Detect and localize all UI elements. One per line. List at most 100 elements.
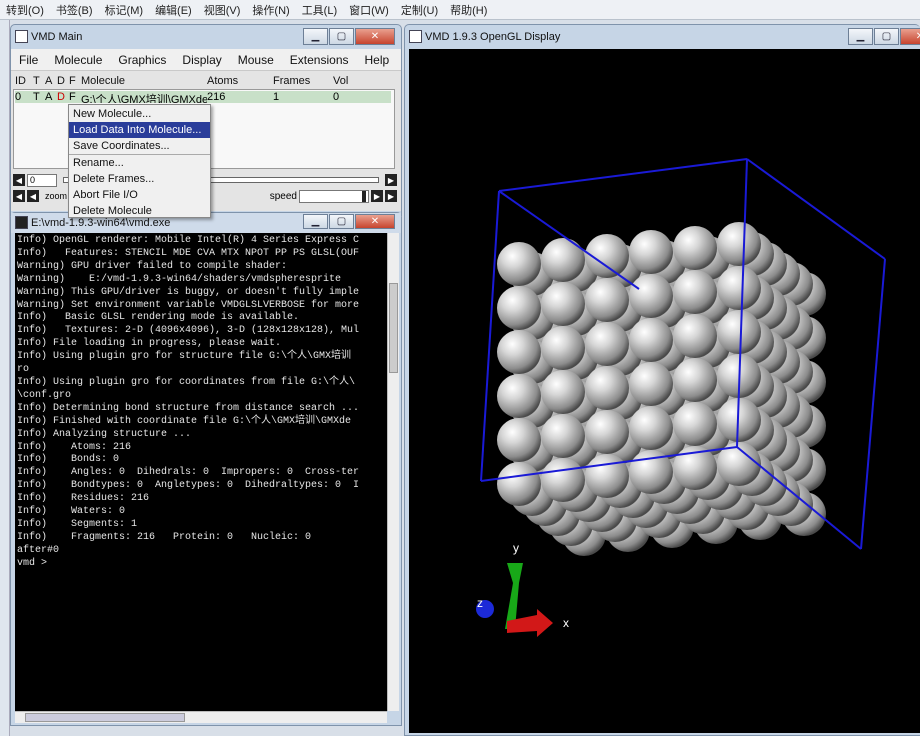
step-forward-button[interactable]: ▶ [385, 190, 397, 202]
molecule-row[interactable]: 0 T A D F G:\个人\GMX培训\GMXde 216 1 0 [15, 91, 391, 103]
console-line: after#0 [17, 544, 60, 556]
console-hscroll-thumb[interactable] [25, 713, 185, 722]
atom-sphere [541, 414, 585, 458]
context-menu-item[interactable]: Delete Molecule [69, 203, 210, 219]
atom-sphere [541, 458, 585, 502]
gl-close-button[interactable]: ✕ [900, 28, 920, 45]
gl-maximize-button[interactable]: ▢ [874, 28, 899, 45]
app-menu-item[interactable]: 书签(B) [50, 2, 99, 18]
console-close-button[interactable]: ✕ [355, 214, 395, 229]
column-header[interactable]: F [69, 75, 81, 87]
vmd-main-titlebar[interactable]: VMD Main ▁ ▢ ✕ [11, 25, 401, 49]
app-menu-item[interactable]: 帮助(H) [444, 2, 493, 18]
atom-sphere [541, 238, 585, 282]
row-molecule: G:\个人\GMX培训\GMXde [81, 94, 207, 103]
app-menu-item[interactable]: 定制(U) [395, 2, 444, 18]
console-line: Info) Segments: 1 [17, 518, 138, 530]
column-header[interactable]: ID [15, 75, 33, 87]
context-menu-item[interactable]: New Molecule... [69, 106, 210, 122]
column-header[interactable]: T [33, 75, 45, 87]
console-minimize-button[interactable]: ▁ [303, 214, 328, 229]
app-menu-item[interactable]: 标记(M) [99, 2, 150, 18]
first-frame-button[interactable]: ◀ [13, 174, 25, 186]
opengl-display-window: VMD 1.9.3 OpenGL Display ▁ ▢ ✕ x y z [404, 24, 920, 736]
play-forward-button[interactable]: ▶ [371, 190, 383, 202]
app-menu-item[interactable]: 编辑(E) [149, 2, 198, 18]
atom-sphere [717, 222, 761, 266]
app-menu-item[interactable]: 窗口(W) [343, 2, 395, 18]
opengl-viewport[interactable]: x y z [409, 49, 920, 733]
app-menu-item[interactable]: 操作(N) [246, 2, 295, 18]
menu-file[interactable]: File [11, 53, 46, 67]
menu-mouse[interactable]: Mouse [230, 53, 282, 67]
menu-display[interactable]: Display [174, 53, 229, 67]
x-axis-label: x [563, 616, 569, 630]
atom-sphere [673, 358, 717, 402]
context-menu-item[interactable]: Load Data Into Molecule... [69, 122, 210, 138]
close-button[interactable]: ✕ [355, 28, 395, 45]
frame-field[interactable]: 0 [27, 173, 57, 187]
console-line: Info) Waters: 0 [17, 506, 126, 518]
minimize-button[interactable]: ▁ [303, 28, 328, 45]
atom-sphere [585, 410, 629, 454]
zoom-label: zoom [45, 191, 68, 201]
gl-titlebar[interactable]: VMD 1.9.3 OpenGL Display ▁ ▢ ✕ [405, 25, 920, 49]
context-menu-item[interactable]: Rename... [69, 155, 210, 171]
menu-help[interactable]: Help [357, 53, 398, 67]
console-line: Info) Features: STENCIL MDE CVA MTX NPOT… [17, 247, 360, 259]
column-header[interactable]: Frames [273, 75, 333, 87]
column-header[interactable]: Molecule [81, 75, 207, 87]
row-t: T [33, 91, 40, 103]
maximize-button[interactable]: ▢ [329, 28, 354, 45]
console-line: Info) Finished with coordinate file G:\个… [17, 415, 352, 427]
step-back-button[interactable]: ◀ [13, 190, 25, 202]
console-horizontal-scrollbar[interactable] [15, 711, 387, 723]
console-output[interactable]: Info) OpenGL renderer: Mobile Intel(R) 4… [15, 233, 387, 711]
app-menu-item[interactable]: 转到(O) [0, 2, 50, 18]
column-header[interactable]: D [57, 75, 69, 87]
atom-sphere [629, 274, 673, 318]
column-header[interactable]: A [45, 75, 57, 87]
menu-extensions[interactable]: Extensions [282, 53, 357, 67]
vmd-main-title: VMD Main [31, 31, 83, 43]
atom-sphere [541, 370, 585, 414]
gl-minimize-button[interactable]: ▁ [848, 28, 873, 45]
row-f: F [69, 91, 76, 103]
speed-slider[interactable] [299, 189, 369, 203]
row-d: D [57, 91, 65, 103]
menu-molecule[interactable]: Molecule [46, 53, 110, 67]
column-header[interactable]: Vol [333, 75, 363, 87]
console-line: \conf.gro [17, 389, 72, 401]
gl-title: VMD 1.9.3 OpenGL Display [425, 31, 561, 43]
atom-sphere [629, 230, 673, 274]
context-menu-item[interactable]: Abort File I/O [69, 187, 210, 203]
atom-sphere [585, 322, 629, 366]
context-menu-item[interactable]: Save Coordinates... [69, 138, 210, 154]
console-line: Info) OpenGL renderer: Mobile Intel(R) 4… [17, 235, 360, 246]
atom-sphere [497, 418, 541, 462]
column-header[interactable]: Atoms [207, 75, 273, 87]
app-menu-item[interactable]: 工具(L) [296, 2, 343, 18]
vmd-main-menubar: File Molecule Graphics Display Mouse Extensio… [11, 49, 401, 71]
console-line: Info) Analyzing structure ... [17, 428, 192, 440]
left-panel-strip [0, 20, 10, 736]
console-vertical-scrollbar[interactable] [387, 233, 399, 711]
console-vscroll-thumb[interactable] [389, 283, 398, 373]
atom-sphere [541, 326, 585, 370]
atom-sphere [717, 266, 761, 310]
context-menu-item[interactable]: Delete Frames... [69, 171, 210, 187]
console-icon [15, 216, 28, 229]
console-line: Warning) This GPU/driver is buggy, or do… [17, 286, 360, 298]
play-back-button[interactable]: ◀ [27, 190, 39, 202]
molecule-list-header: ID T A D F Molecule Atoms Frames Vol [11, 71, 401, 87]
console-maximize-button[interactable]: ▢ [329, 214, 354, 229]
app-menu-item[interactable]: 视图(V) [198, 2, 247, 18]
menu-graphics[interactable]: Graphics [110, 53, 174, 67]
last-frame-button[interactable]: ▶ [385, 174, 397, 186]
bounding-box-edge [480, 190, 500, 482]
atom-sphere [497, 330, 541, 374]
atom-sphere [629, 318, 673, 362]
console-line: Info) Bondtypes: 0 Angletypes: 0 Dihedra… [17, 480, 360, 492]
console-line: Warning) GPU driver failed to compile sh… [17, 260, 288, 272]
row-atoms: 216 [207, 91, 226, 103]
